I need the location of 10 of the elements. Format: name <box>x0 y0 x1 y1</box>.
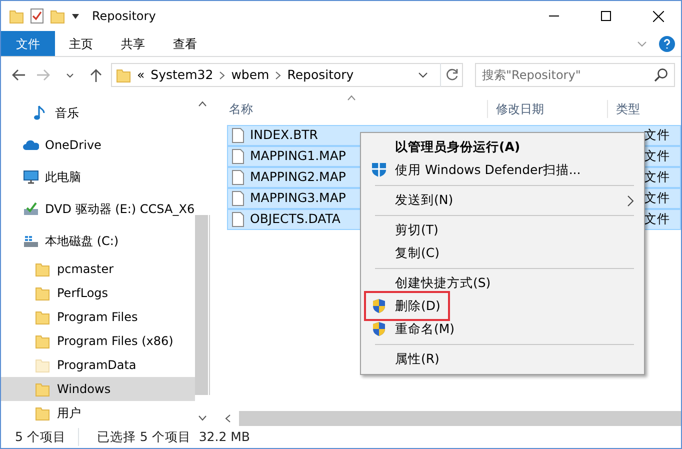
status-selection: 已选择 5 个项目 <box>96 428 191 446</box>
status-size: 32.2 MB <box>198 428 250 446</box>
file-type: 文件 <box>644 126 670 144</box>
status-item-count: 5 个项目 <box>15 428 79 446</box>
search-placeholder: 搜索"Repository" <box>482 67 582 84</box>
file-type: 文件 <box>644 189 670 208</box>
file-type: 文件 <box>644 168 670 186</box>
file-type: 文件 <box>644 147 670 166</box>
file-type: 文件 <box>644 210 670 228</box>
window-title: Repository <box>92 8 156 25</box>
